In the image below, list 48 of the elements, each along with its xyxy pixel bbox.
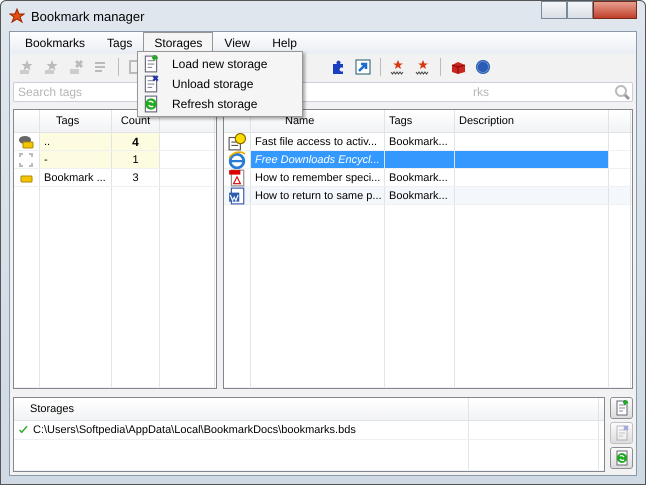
table-cell: Bookmark... <box>385 187 455 204</box>
question-document-icon <box>228 132 246 150</box>
column-header[interactable]: Tags <box>385 110 455 132</box>
table-cell: Free Downloads Encycl... <box>251 151 385 168</box>
add-storage-button[interactable] <box>610 397 633 419</box>
remove-document-icon <box>614 425 630 441</box>
menu-item[interactable]: View <box>213 32 262 54</box>
star-tag-icon[interactable] <box>43 59 59 75</box>
menu-item[interactable]: Help <box>261 32 308 54</box>
remove-document-icon <box>142 75 160 93</box>
add-document-icon <box>614 400 630 416</box>
table-cell: .. <box>40 133 112 150</box>
globe-icon <box>228 150 246 168</box>
puzzle-icon[interactable] <box>330 59 346 75</box>
star-tag-icon[interactable] <box>18 59 34 75</box>
toolbox-icon[interactable] <box>450 59 466 75</box>
search-icon <box>614 84 630 100</box>
table-cell: 3 <box>112 169 160 186</box>
web-star-icon[interactable] <box>415 59 431 75</box>
maximize-button[interactable] <box>567 1 593 19</box>
menu-item[interactable]: Load new storage <box>138 54 302 74</box>
table-cell: How to remember speci... <box>251 169 385 186</box>
dashed-frame-icon <box>18 152 34 168</box>
star-icon <box>9 8 25 24</box>
storage-path: C:\Users\Softpedia\AppData\Local\BookmarkDocs\bookmarks.bds <box>33 424 356 436</box>
table-cell: 4 <box>112 133 160 150</box>
table-cell: 1 <box>112 151 160 168</box>
minimize-button[interactable] <box>541 1 567 19</box>
window-title: Bookmark manager <box>31 8 144 24</box>
column-header[interactable]: Description <box>455 110 609 132</box>
table-cell: - <box>40 151 112 168</box>
menu-item[interactable]: Bookmarks <box>14 32 96 54</box>
table-cell: Fast file access to activ... <box>251 133 385 150</box>
add-document-icon <box>142 55 160 73</box>
menu-item[interactable]: Tags <box>96 32 144 54</box>
refresh-storage-button[interactable] <box>610 447 633 469</box>
column-header[interactable]: Tags <box>40 110 112 132</box>
table-cell: Bookmark... <box>385 133 455 150</box>
help-icon[interactable] <box>475 59 491 75</box>
table-cell: How to return to same p... <box>251 187 385 204</box>
shortcut-icon[interactable] <box>355 59 371 75</box>
refresh-document-icon <box>142 95 160 113</box>
folder-cloud-icon <box>18 134 34 150</box>
table-cell: Bookmark... <box>385 169 455 186</box>
table-cell: Bookmark ... <box>40 169 112 186</box>
web-star-icon[interactable] <box>390 59 406 75</box>
refresh-document-icon <box>614 450 630 466</box>
close-button[interactable] <box>593 1 637 19</box>
